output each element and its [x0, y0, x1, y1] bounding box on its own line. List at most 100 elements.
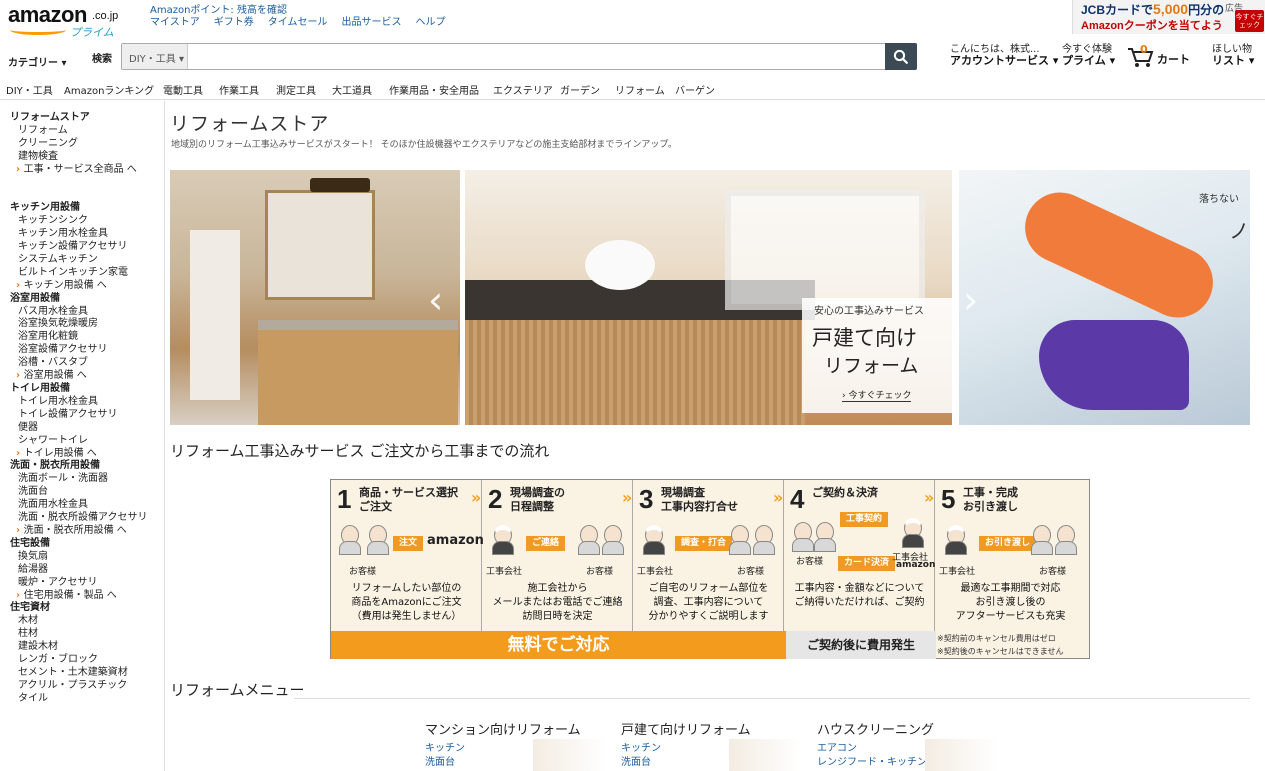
top-link[interactable]: ヘルプ	[416, 17, 446, 28]
check-now-link[interactable]: › 今すぐチェック	[842, 388, 912, 402]
sidebar-item[interactable]: 換気扇	[0, 551, 164, 564]
account-menu[interactable]: こんにちは、株式... アカウントサービス ▾	[950, 44, 1058, 66]
subnav-item[interactable]: 電動工具	[163, 82, 203, 97]
menu-thumbnail[interactable]	[729, 739, 801, 771]
sidebar-item[interactable]: 暖炉・アクセサリ	[0, 577, 164, 590]
sidebar-item[interactable]: バス用水栓金具	[0, 306, 164, 319]
carousel-slide-cleaning[interactable]: 落ちない ノ	[959, 170, 1250, 425]
sidebar-item[interactable]: セメント・土木建築資材	[0, 667, 164, 680]
subnav-item[interactable]: 作業工具	[219, 82, 259, 97]
category-menu[interactable]: カテゴリー ▾	[8, 54, 67, 69]
sidebar-item[interactable]: トイレ設備アクセサリ	[0, 409, 164, 422]
step-description: ご自宅のリフォーム部位を 調査、工事内容について 分かりやすくご説明します	[648, 583, 769, 622]
sidebar-item[interactable]: 浴槽・バスタブ	[0, 357, 164, 370]
sidebar-item[interactable]: 浴室設備アクセサリ	[0, 344, 164, 357]
sidebar-item[interactable]: レンガ・ブロック	[0, 654, 164, 667]
sidebar-item[interactable]: トイレ用水栓金具	[0, 396, 164, 409]
sidebar-item[interactable]: 浴室換気乾燥暖房	[0, 318, 164, 331]
promo-banner[interactable]: JCBカードで5,000円分の Amazonクーポンを当てよう 広告 今すぐチェ…	[1072, 0, 1265, 34]
person-icon	[492, 525, 514, 555]
subnav-item[interactable]: ガーデン	[560, 82, 600, 97]
subnav-item[interactable]: DIY・工具	[6, 82, 53, 97]
promo-overlay: 安心の工事込みサービス 戸建て向け リフォーム › 今すぐチェック	[802, 298, 952, 413]
sidebar-item[interactable]: キッチン設備アクセサリ	[0, 241, 164, 254]
subnav-item[interactable]: エクステリア	[493, 82, 553, 97]
person-icon	[902, 518, 924, 548]
subnav-item[interactable]: 大工道具	[332, 82, 372, 97]
subnav-item[interactable]: Amazonランキング	[64, 82, 154, 97]
menu-title[interactable]: 戸建て向けリフォーム	[621, 719, 801, 738]
person-body	[792, 538, 814, 552]
step-description: リフォームしたい部位の 商品をAmazonにご注文 （費用は発生しません）	[351, 583, 462, 622]
subnav-item[interactable]: リフォーム	[615, 82, 665, 97]
promo-check-badge[interactable]: 今すぐチェック	[1235, 10, 1264, 32]
flow-label: 工事会社	[486, 567, 523, 577]
carousel-prev-arrow[interactable]: ‹	[428, 278, 443, 322]
wishlist-menu[interactable]: ほしい物 リスト ▾	[1212, 44, 1254, 66]
step-description: 施工会社から メールまたはお電話でご連絡 訪問日時を決定	[492, 583, 623, 622]
hero-carousel[interactable]: 安心の工事込みサービス 戸建て向け リフォーム › 今すぐチェック 落ちない ノ…	[170, 170, 1250, 425]
sidebar-item[interactable]: 洗面用水栓金具	[0, 499, 164, 512]
top-link[interactable]: ギフト券	[214, 17, 254, 28]
sidebar-item[interactable]: システムキッチン	[0, 254, 164, 267]
sidebar-item[interactable]: 浴室用化粧鏡	[0, 331, 164, 344]
points-link[interactable]: Amazonポイント: 残高を確認	[150, 5, 460, 17]
top-link[interactable]: 出品サービス	[342, 17, 402, 28]
sidebar-more-link[interactable]: 洗面・脱衣所用設備 へ	[0, 525, 164, 538]
sidebar-item[interactable]: キッチン用水栓金具	[0, 228, 164, 241]
carousel-slide-kitchen[interactable]: 安心の工事込みサービス 戸建て向け リフォーム › 今すぐチェック	[465, 170, 952, 425]
search-button[interactable]	[885, 43, 917, 70]
carousel-slide-bathroom[interactable]	[170, 170, 460, 425]
sidebar-item[interactable]: 建物検査	[0, 151, 164, 164]
sidebar-more-link[interactable]: 工事・サービス全商品 へ	[0, 164, 164, 177]
top-link[interactable]: マイストア	[150, 17, 200, 28]
sidebar-item[interactable]: 洗面・脱衣所設備アクセサリ	[0, 512, 164, 525]
menu-card[interactable]: ハウスクリーニング エアコン レンジフード・キッチン	[817, 719, 997, 771]
subnav-item[interactable]: バーゲン	[675, 82, 715, 97]
person-icon	[753, 525, 775, 555]
sidebar-item[interactable]: リフォーム	[0, 125, 164, 138]
sidebar-more-link[interactable]: トイレ用設備 へ	[0, 448, 164, 461]
person-body	[729, 541, 751, 555]
sidebar-item[interactable]: 便器	[0, 422, 164, 435]
sidebar-item[interactable]: シャワートイレ	[0, 435, 164, 448]
menu-card[interactable]: マンション向けリフォーム キッチン 洗面台	[425, 719, 605, 771]
sidebar-item[interactable]: ビルトインキッチン家電	[0, 267, 164, 280]
top-link[interactable]: タイムセール	[268, 17, 328, 28]
menu-thumbnail[interactable]	[533, 739, 605, 771]
sidebar-item[interactable]: アクリル・プラスチック	[0, 680, 164, 693]
step-title: 現場調査の 日程調整	[510, 486, 565, 513]
sidebar-more-link[interactable]: 住宅用設備・製品 へ	[0, 590, 164, 603]
subnav-item[interactable]: 作業用品・安全用品	[389, 82, 479, 97]
search-row: カテゴリー ▾ 検索 DIY・工具 ▾ こんにちは、株式... アカウントサービス…	[8, 43, 1255, 70]
sidebar-item[interactable]: 建設木材	[0, 641, 164, 654]
person-icon	[578, 525, 600, 555]
sidebar-item[interactable]: タイル	[0, 693, 164, 706]
sidebar-item[interactable]: 給湯器	[0, 564, 164, 577]
sidebar-item[interactable]: 木材	[0, 615, 164, 628]
carousel-next-arrow[interactable]: ›	[963, 278, 978, 322]
sidebar-item[interactable]: キッチンシンク	[0, 215, 164, 228]
free-banner: 無料でご対応	[331, 631, 786, 659]
sidebar-more-link[interactable]: キッチン用設備 へ	[0, 280, 164, 293]
menu-title[interactable]: ハウスクリーニング	[817, 719, 997, 738]
menu-title[interactable]: マンション向けリフォーム	[425, 719, 605, 738]
top-links: Amazonポイント: 残高を確認 マイストア ギフト券 タイムセール 出品サービス ヘ…	[150, 5, 460, 29]
menu-thumbnail[interactable]	[925, 739, 997, 771]
sidebar-item[interactable]: 柱材	[0, 628, 164, 641]
prime-menu[interactable]: 今すぐ体験 プライム ▾	[1062, 44, 1115, 66]
flow-label: お客様	[796, 557, 824, 567]
search-input[interactable]	[190, 46, 880, 67]
sidebar-item[interactable]: クリーニング	[0, 138, 164, 151]
sidebar-more-link[interactable]: 浴室用設備 へ	[0, 370, 164, 383]
subnav-item[interactable]: 測定工具	[276, 82, 316, 97]
flow-step: 4 ご契約＆決済 工事内容・金額などについて ご納得いただければ、ご契約 » 工事契約カ…	[784, 480, 935, 631]
sidebar-heading: 洗面・脱衣所用設備	[10, 460, 100, 472]
menu-card[interactable]: 戸建て向けリフォーム キッチン 洗面台	[621, 719, 801, 771]
sidebar-item[interactable]: 洗面台	[0, 486, 164, 499]
sidebar-item[interactable]: 洗面ボール・洗面器	[0, 473, 164, 486]
search-scope-dropdown[interactable]: DIY・工具 ▾	[122, 44, 188, 69]
amazon-logo[interactable]: amazon .co.jp プライム	[8, 2, 138, 39]
sidebar: リフォームストアリフォームクリーニング建物検査工事・サービス全商品 へキッチン用…	[0, 101, 165, 771]
